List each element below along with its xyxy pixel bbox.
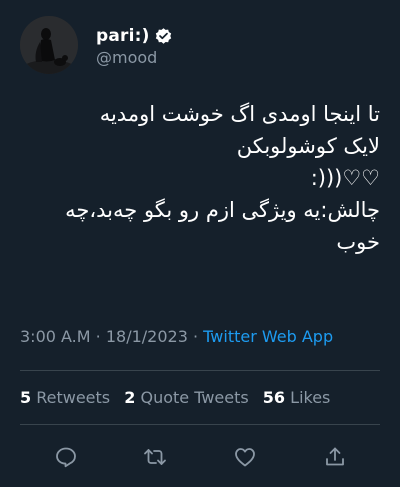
- divider: [20, 370, 380, 371]
- share-button[interactable]: [318, 440, 352, 474]
- avatar[interactable]: [20, 16, 78, 74]
- tweet-source-link[interactable]: Twitter Web App: [203, 327, 333, 346]
- tweet-text: تا اینجا اومدی اگ خوشت اومدیه لایک کوشول…: [20, 98, 380, 258]
- display-name-row: pari:): [96, 25, 173, 47]
- tweet-line-3: :)))♡♡: [310, 166, 380, 190]
- meta-separator: ·: [187, 327, 204, 346]
- retweets-count: 5: [20, 388, 32, 407]
- tweet-stats: 5 Retweets 2 Quote Tweets 56 Likes: [20, 388, 339, 407]
- likes-stat[interactable]: 56 Likes: [263, 388, 331, 407]
- reply-button[interactable]: [49, 440, 83, 474]
- quote-tweets-label: Quote Tweets: [140, 388, 249, 407]
- meta-separator: ·: [90, 327, 106, 346]
- verified-badge-icon: [154, 27, 173, 46]
- retweets-stat[interactable]: 5 Retweets: [20, 388, 110, 407]
- reply-icon: [56, 447, 76, 468]
- retweet-icon: [144, 449, 166, 465]
- tweet-header: pari:) @mood: [20, 16, 380, 74]
- divider: [20, 424, 380, 425]
- display-name[interactable]: pari:): [96, 26, 150, 46]
- tweet-line-4: چالش:یه ویژگی ازم رو بگو چه‌بد،چه: [65, 198, 380, 222]
- tweet-line-1: تا اینجا اومدی اگ خوشت اومدیه: [99, 102, 380, 126]
- tweet-date[interactable]: 18/1/2023: [106, 327, 188, 346]
- user-handle[interactable]: @mood: [96, 48, 173, 67]
- quote-tweets-stat[interactable]: 2 Quote Tweets: [124, 388, 248, 407]
- heart-icon: [235, 448, 255, 467]
- tweet-line-5: خوب: [336, 230, 380, 254]
- retweet-button[interactable]: [138, 440, 172, 474]
- share-icon: [326, 447, 344, 466]
- likes-count: 56: [262, 388, 286, 407]
- avatar-image: [20, 16, 78, 74]
- tweet-time[interactable]: 3:00 A.M: [20, 327, 91, 346]
- tweet-meta: 3:00 A.M · 18/1/2023 · Twitter Web App: [20, 327, 333, 346]
- likes-label: Likes: [290, 388, 331, 407]
- like-button[interactable]: [228, 440, 262, 474]
- tweet-line-2: لایک کوشولوبکن: [236, 134, 380, 158]
- tweet-actions: [0, 440, 400, 474]
- retweets-label: Retweets: [36, 388, 111, 407]
- quote-tweets-count: 2: [124, 388, 136, 407]
- user-names: pari:) @mood: [96, 25, 173, 67]
